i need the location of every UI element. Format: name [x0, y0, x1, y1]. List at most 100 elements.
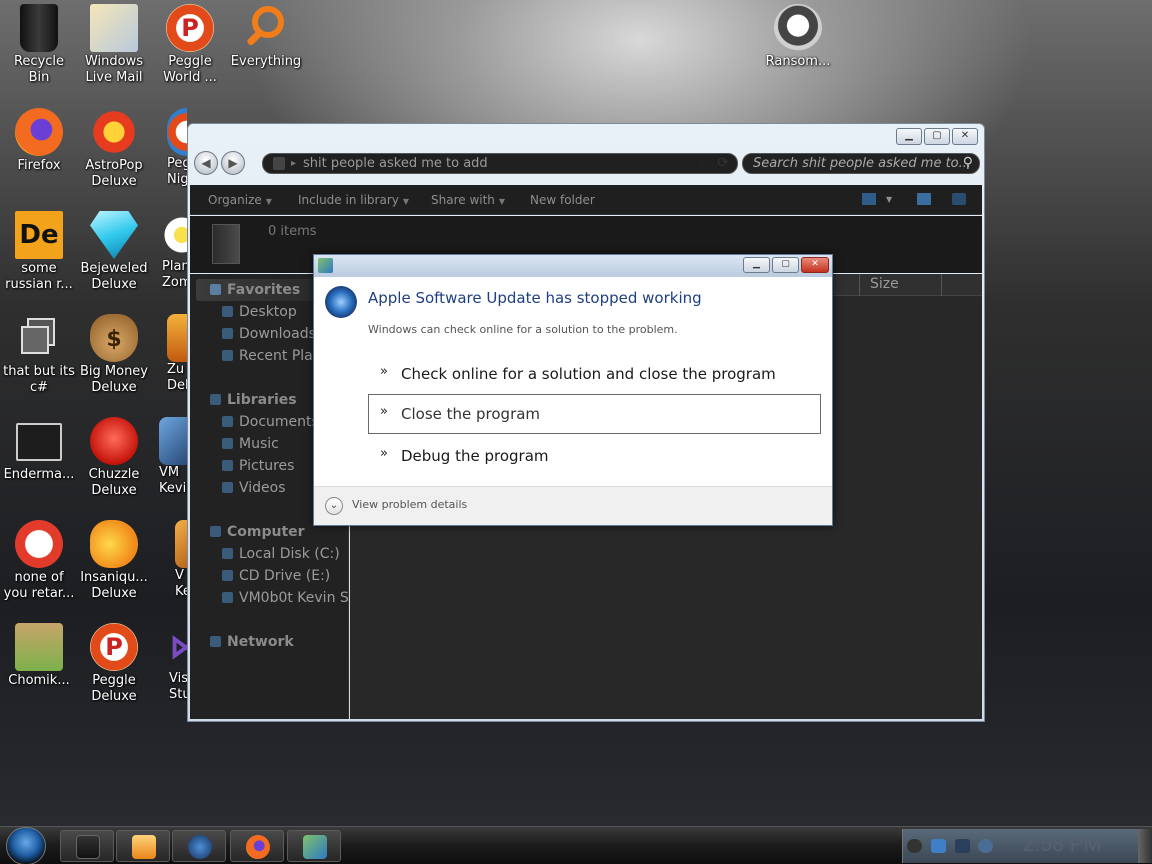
change-view-icon[interactable] [862, 193, 876, 205]
nav-desktop[interactable]: Desktop [222, 302, 297, 322]
column-size[interactable]: Size [859, 274, 942, 296]
close-program-option[interactable]: » Close the program [368, 394, 821, 434]
firefox-icon [246, 835, 270, 859]
breadcrumb-arrow-icon[interactable]: ▸ [291, 154, 296, 173]
forward-button[interactable]: ▶ [221, 151, 245, 175]
desktop-icon-visual-studio[interactable]: ⋈ Vis Stu [151, 623, 187, 703]
desktop-icon-chomik[interactable]: Chomik... [0, 623, 78, 689]
computer-icon [210, 526, 221, 537]
de-icon: De [15, 211, 63, 259]
desktop-icon-bejeweled[interactable]: Bejeweled Deluxe [75, 211, 153, 293]
debug-program-label: Debug the program [401, 447, 549, 465]
search-input[interactable]: Search shit people asked me to... ⚲ [742, 153, 980, 174]
show-desktop-button[interactable] [1138, 829, 1152, 863]
nav-music[interactable]: Music [222, 434, 279, 454]
error-dialog: ▁ ▢ ✕ Apple Software Update has stopped … [313, 254, 833, 526]
dialog-minimize-button[interactable]: ▁ [743, 257, 770, 273]
nav-cd-drive[interactable]: CD Drive (E:) [222, 566, 330, 586]
minimize-button[interactable]: ▁ [896, 128, 922, 145]
dialog-heading: Apple Software Update has stopped workin… [368, 289, 702, 307]
taskbar-media-player[interactable] [116, 830, 170, 862]
new-folder-button[interactable]: New folder [530, 185, 595, 215]
chevron-right-icon: » [380, 446, 388, 461]
maximize-button[interactable]: ▢ [924, 128, 950, 145]
desktop-icon-label: Recycle Bin [13, 54, 65, 85]
preview-pane-icon[interactable] [917, 193, 931, 205]
network-icon[interactable] [955, 839, 970, 853]
taskbar-explorer[interactable] [60, 830, 114, 862]
desktop-icon-firefox[interactable]: Firefox [0, 108, 78, 174]
desktop-icon-astropop[interactable]: AstroPop Deluxe [75, 108, 153, 190]
desktop-icon-ransom[interactable]: Ransom... [759, 4, 837, 70]
nav-local-disk[interactable]: Local Disk (C:) [222, 544, 340, 564]
dialog-maximize-button[interactable]: ▢ [772, 257, 799, 273]
desktop-icon-zuma[interactable]: Zu Del [151, 314, 187, 394]
nav-downloads-label: Downloads [239, 326, 316, 342]
taskbar-clock[interactable]: 2:58 PM [1023, 833, 1101, 857]
desktop-icon-plants-zombies[interactable]: Plan Zom [151, 211, 187, 291]
desktop-icon-insaniquarium[interactable]: Insaniqu... Deluxe [75, 520, 153, 602]
desktop-icon-enderman[interactable]: Enderma... [0, 417, 78, 483]
nav-videos[interactable]: Videos [222, 478, 286, 498]
desktop-icon-big-money[interactable]: $ Big Money Deluxe [75, 314, 153, 396]
share-with-label: Share with [431, 193, 495, 207]
back-button[interactable]: ◀ [194, 151, 218, 175]
desktop-icon-label: some russian r... [5, 261, 73, 292]
refresh-icon[interactable]: ⟳ [717, 154, 729, 173]
chevron-down-icon[interactable]: ▼ [699, 154, 707, 173]
desktop-icon-peggle-nights[interactable]: Peg Nig [151, 108, 187, 188]
desktop-icon-everything[interactable]: Everything [227, 4, 305, 70]
nav-vm-share[interactable]: VM0b0t Kevin Site [222, 588, 348, 608]
desktop-icon-v-kevin[interactable]: V Kevi [151, 520, 187, 600]
nav-desktop-label: Desktop [239, 304, 297, 320]
documents-icon [222, 416, 233, 427]
start-button[interactable] [6, 827, 46, 864]
nav-computer[interactable]: Computer [210, 522, 305, 542]
check-online-option[interactable]: » Check online for a solution and close … [368, 354, 821, 394]
debug-program-option[interactable]: » Debug the program [368, 436, 821, 476]
nav-local-disk-label: Local Disk (C:) [239, 546, 340, 562]
recycle-bin-icon [20, 4, 58, 52]
nav-downloads[interactable]: Downloads [222, 324, 316, 344]
taskbar-browser[interactable] [172, 830, 226, 862]
windows-copy-icon [15, 314, 63, 362]
desktop-icon-peggle-deluxe[interactable]: P Peggle Deluxe [75, 623, 153, 705]
view-dropdown-icon[interactable]: ▼ [886, 185, 892, 215]
desktop-icon-peggle-world[interactable]: P Peggle World ... [151, 4, 229, 86]
desktop-icon-label: AstroPop Deluxe [85, 158, 143, 189]
desktop-icon-none-of-you[interactable]: none of you retar... [0, 520, 78, 602]
skull-icon [774, 4, 822, 52]
share-with-button[interactable]: Share with ▼ [431, 185, 505, 217]
view-problem-details-link[interactable]: View problem details [352, 498, 467, 511]
pictures-icon [222, 460, 233, 471]
desktop-icon-some-russian[interactable]: De some russian r... [0, 211, 78, 293]
include-in-library-button[interactable]: Include in library ▼ [298, 185, 409, 217]
address-bar[interactable]: ▸ shit people asked me to add ▼ ⟳ [262, 153, 738, 174]
close-button[interactable]: ✕ [952, 128, 978, 145]
volume-icon[interactable] [978, 839, 993, 853]
nav-favorites[interactable]: Favorites [210, 280, 300, 300]
tray-hide-icon[interactable] [907, 839, 922, 853]
taskbar-error-dialog[interactable] [287, 830, 341, 862]
nav-videos-label: Videos [239, 480, 286, 496]
organize-button[interactable]: Organize ▼ [208, 185, 272, 217]
search-icon[interactable]: ⚲ [963, 154, 973, 173]
chuzzle-icon [90, 417, 138, 465]
nav-pictures[interactable]: Pictures [222, 456, 294, 476]
desktop-icon-recycle-bin[interactable]: Recycle Bin [0, 4, 78, 86]
nav-computer-label: Computer [227, 524, 305, 540]
dialog-close-button[interactable]: ✕ [801, 257, 829, 273]
nav-documents[interactable]: Documents [222, 412, 319, 432]
help-icon[interactable] [952, 193, 966, 205]
tray-update-icon[interactable] [931, 839, 946, 853]
expand-details-button[interactable]: ⌄ [325, 497, 343, 515]
desktop-icon-label: that but its c# [3, 364, 75, 395]
desktop-icon-vm-kevin[interactable]: VM Kevi [151, 417, 187, 497]
desktop-icon-chuzzle[interactable]: Chuzzle Deluxe [75, 417, 153, 499]
desktop-icon-that-but-csharp[interactable]: that but its c# [0, 314, 78, 396]
taskbar-firefox[interactable] [230, 830, 284, 862]
downloads-icon [222, 328, 233, 339]
nav-libraries[interactable]: Libraries [210, 390, 297, 410]
desktop-icon-windows-live-mail[interactable]: Windows Live Mail [75, 4, 153, 86]
nav-network[interactable]: Network [210, 632, 294, 652]
